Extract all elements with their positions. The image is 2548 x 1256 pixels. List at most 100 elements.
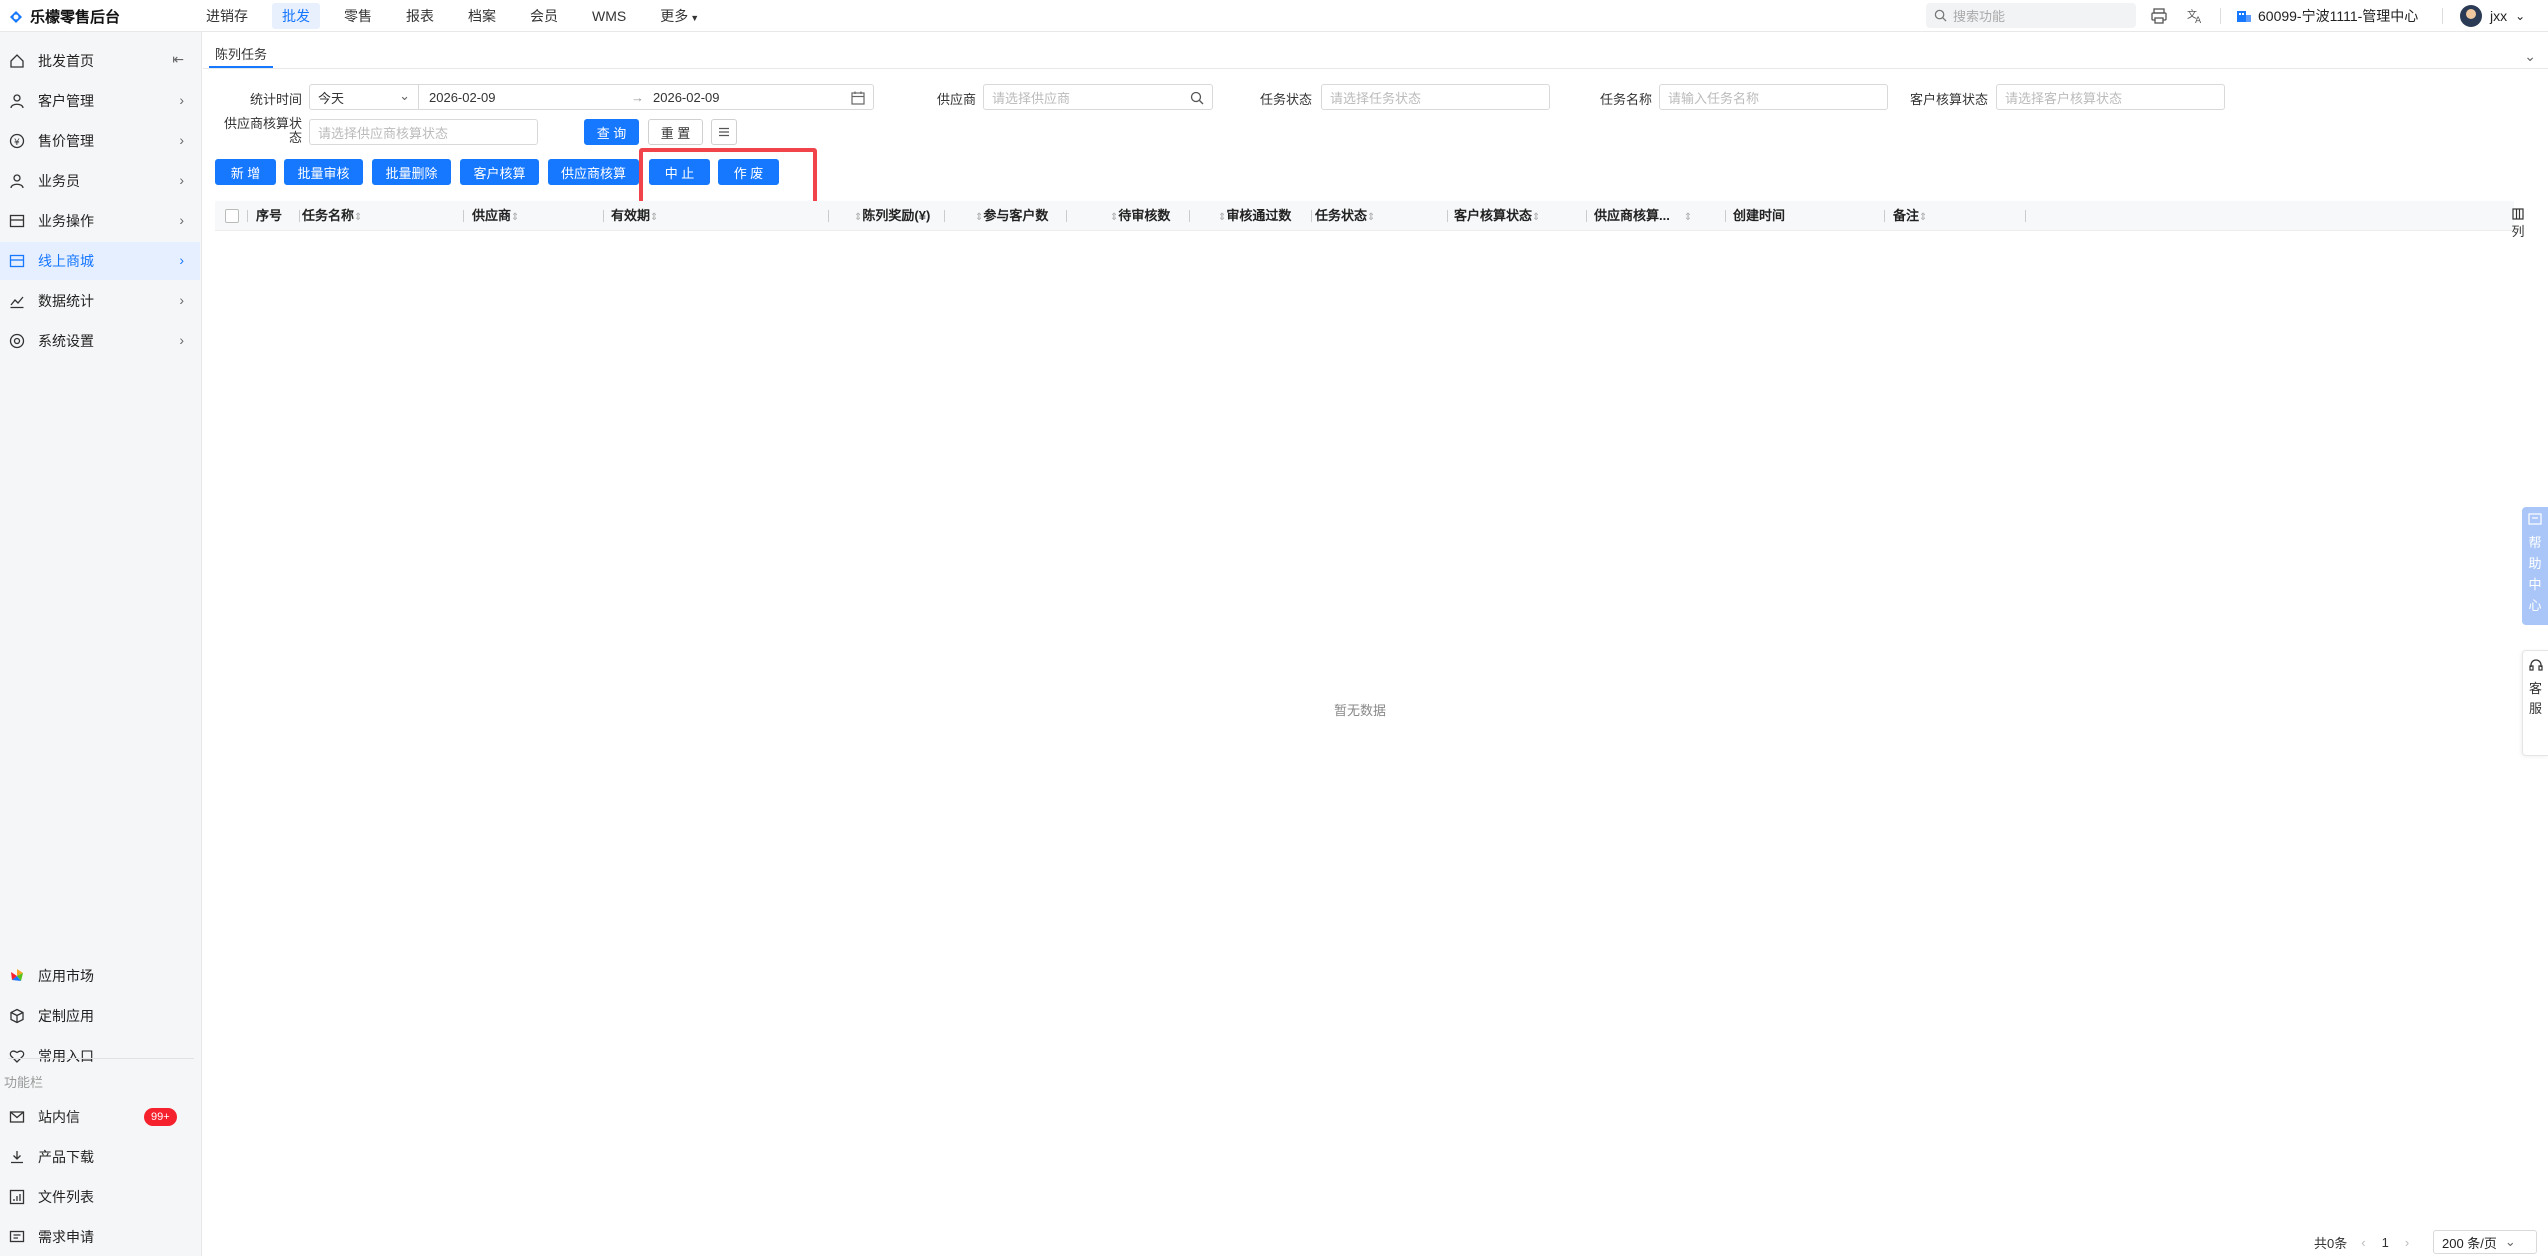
sidebar-item-request[interactable]: 需求申请 [0, 1218, 200, 1256]
batch-delete-button[interactable]: 批量删除 [372, 159, 451, 185]
sidebar-item-favorites[interactable]: 常用入口 [0, 1037, 200, 1075]
column-header-task-status[interactable]: 任务状态⇕ [1315, 201, 1375, 231]
customer-service-button[interactable]: 客 服 [2522, 650, 2548, 756]
batch-review-button[interactable]: 批量审核 [284, 159, 363, 185]
sidebar-item-online-mall[interactable]: 线上商城 › [0, 242, 200, 280]
current-page[interactable]: 1 [2382, 1235, 2389, 1250]
page-size-select[interactable]: 200 条/页 ⌄ [2433, 1230, 2537, 1254]
sidebar-item-label: 业务员 [38, 173, 80, 189]
svg-text:¥: ¥ [14, 138, 20, 148]
sidebar-item-operation[interactable]: 业务操作 › [0, 202, 200, 240]
tab-display-task[interactable]: 陈列任务 [209, 44, 274, 68]
column-label: 陈列奖励(¥) [862, 208, 931, 223]
sidebar: 批发首页 ⇤ 客户管理 › ¥ 售价管理 › 业务员 › 业务操作 › 线上商城… [0, 32, 202, 1256]
task-name-placeholder: 请输入任务名称 [1668, 90, 1760, 106]
sidebar-item-label: 产品下载 [38, 1149, 94, 1165]
task-name-input[interactable]: 请输入任务名称 [1659, 84, 1888, 110]
column-label: 有效期 [611, 208, 651, 223]
sidebar-item-app-market[interactable]: 应用市场 [0, 957, 200, 995]
void-button[interactable]: 作 废 [718, 159, 779, 185]
column-separator [1066, 210, 1067, 222]
page-tab-bar: 陈列任务 ⌄ [203, 44, 2548, 68]
sidebar-item-label: 应用市场 [38, 968, 94, 984]
reset-button[interactable]: 重 置 [648, 119, 703, 145]
supplier-select[interactable]: 请选择供应商 [983, 84, 1213, 110]
chevron-right-icon: › [179, 172, 184, 188]
translate-icon[interactable]: 文A [2184, 5, 2206, 27]
price-icon: ¥ [8, 132, 26, 150]
brand-logo-icon [10, 10, 22, 23]
empty-state: 暂无数据 [1334, 703, 1387, 718]
help-center-button[interactable]: 帮 助 中 心 [2522, 507, 2548, 625]
sidebar-item-inbox[interactable]: 站内信 99+ [0, 1098, 200, 1136]
chevron-down-icon: ⌄ [2515, 9, 2526, 23]
column-separator [299, 210, 300, 222]
sidebar-item-download[interactable]: 产品下载 [0, 1138, 200, 1176]
suspend-button[interactable]: 中 止 [649, 159, 710, 185]
brand[interactable]: 乐檬零售后台 [8, 6, 120, 27]
nav-report[interactable]: 报表 [396, 3, 444, 29]
customer-check-select[interactable]: 请选择客户核算状态 [1996, 84, 2225, 110]
org-switcher[interactable]: 60099-宁波1111-管理中心 [2236, 0, 2418, 32]
nav-member[interactable]: 会员 [520, 3, 568, 29]
column-label: 备注 [1893, 208, 1920, 223]
sidebar-item-files[interactable]: 文件列表 [0, 1178, 200, 1216]
add-button[interactable]: 新 增 [215, 159, 276, 185]
search-icon [1934, 9, 1947, 22]
column-settings-button[interactable]: 列 [2508, 208, 2528, 240]
supplier-check-button[interactable]: 供应商核算 [548, 159, 639, 185]
nav-archive[interactable]: 档案 [458, 3, 506, 29]
date-range-picker[interactable]: 2026-02-09 → 2026-02-09 [418, 84, 874, 110]
print-icon[interactable] [2148, 5, 2170, 27]
chevron-down-icon[interactable]: ⌄ [2524, 48, 2536, 65]
collapse-sidebar-icon[interactable]: ⇤ [172, 51, 184, 68]
calendar-icon [851, 91, 865, 105]
prev-page-icon[interactable]: ‹ [2361, 1235, 2365, 1250]
sidebar-item-label: 文件列表 [38, 1189, 94, 1205]
nav-more[interactable]: 更多 ▼ [650, 3, 709, 29]
column-header-validity[interactable]: 有效期⇕ [611, 201, 658, 231]
filter-settings-button[interactable] [711, 119, 737, 145]
column-header-created[interactable]: 创建时间 [1733, 201, 1785, 231]
customer-check-placeholder: 请选择客户核算状态 [2005, 90, 2123, 106]
chevron-right-icon: › [179, 252, 184, 268]
svg-text:A: A [2195, 16, 2202, 25]
column-header-reward[interactable]: ⇕陈列奖励(¥) [854, 201, 930, 231]
column-header-supplier-check[interactable]: 供应商核算... ⇕ [1594, 201, 1692, 231]
help-char: 中 [2528, 577, 2542, 592]
stat-time-select[interactable]: 今天 ⌄ [309, 84, 419, 110]
next-page-icon[interactable]: › [2405, 1235, 2409, 1250]
chevron-right-icon: › [179, 332, 184, 348]
task-status-select[interactable]: 请选择任务状态 [1321, 84, 1550, 110]
column-header-pending[interactable]: ⇕待审核数 [1110, 201, 1170, 231]
column-separator [1189, 210, 1190, 222]
sidebar-item-statistics[interactable]: 数据统计 › [0, 282, 200, 320]
chevron-right-icon: › [179, 212, 184, 228]
nav-jxc[interactable]: 进销存 [196, 3, 258, 29]
user-menu[interactable]: jxx ⌄ [2460, 0, 2525, 32]
column-header-approved[interactable]: ⇕审核通过数 [1218, 201, 1291, 231]
sidebar-item-settings[interactable]: 系统设置 › [0, 322, 200, 360]
column-header-remark[interactable]: 备注⇕ [1893, 201, 1927, 231]
sidebar-item-customer[interactable]: 客户管理 › [0, 82, 200, 120]
sidebar-item-custom-app[interactable]: 定制应用 [0, 997, 200, 1035]
pagination: 共0条 ‹ 1 › [2314, 1230, 2409, 1254]
select-all-checkbox[interactable] [225, 209, 239, 223]
sidebar-item-wholesale-home[interactable]: 批发首页 ⇤ [0, 42, 200, 80]
nav-wholesale[interactable]: 批发 [272, 3, 320, 29]
column-header-customer-check[interactable]: 客户核算状态⇕ [1454, 201, 1540, 231]
sidebar-item-label: 客户管理 [38, 93, 94, 109]
nav-wms[interactable]: WMS [582, 5, 636, 27]
column-header-supplier[interactable]: 供应商⇕ [472, 201, 519, 231]
column-header-customers[interactable]: ⇕参与客户数 [975, 201, 1048, 231]
column-settings-icon [2512, 208, 2524, 220]
nav-retail[interactable]: 零售 [334, 3, 382, 29]
sidebar-item-salesman[interactable]: 业务员 › [0, 162, 200, 200]
sidebar-item-price[interactable]: ¥ 售价管理 › [0, 122, 200, 160]
supplier-check-select[interactable]: 请选择供应商核算状态 [309, 119, 538, 145]
query-button[interactable]: 查 询 [584, 119, 639, 145]
function-search-input[interactable]: 搜索功能 [1926, 3, 2136, 28]
customer-check-button[interactable]: 客户核算 [460, 159, 539, 185]
column-header-task-name[interactable]: 任务名称⇕ [302, 201, 362, 231]
shop-icon [8, 252, 26, 270]
